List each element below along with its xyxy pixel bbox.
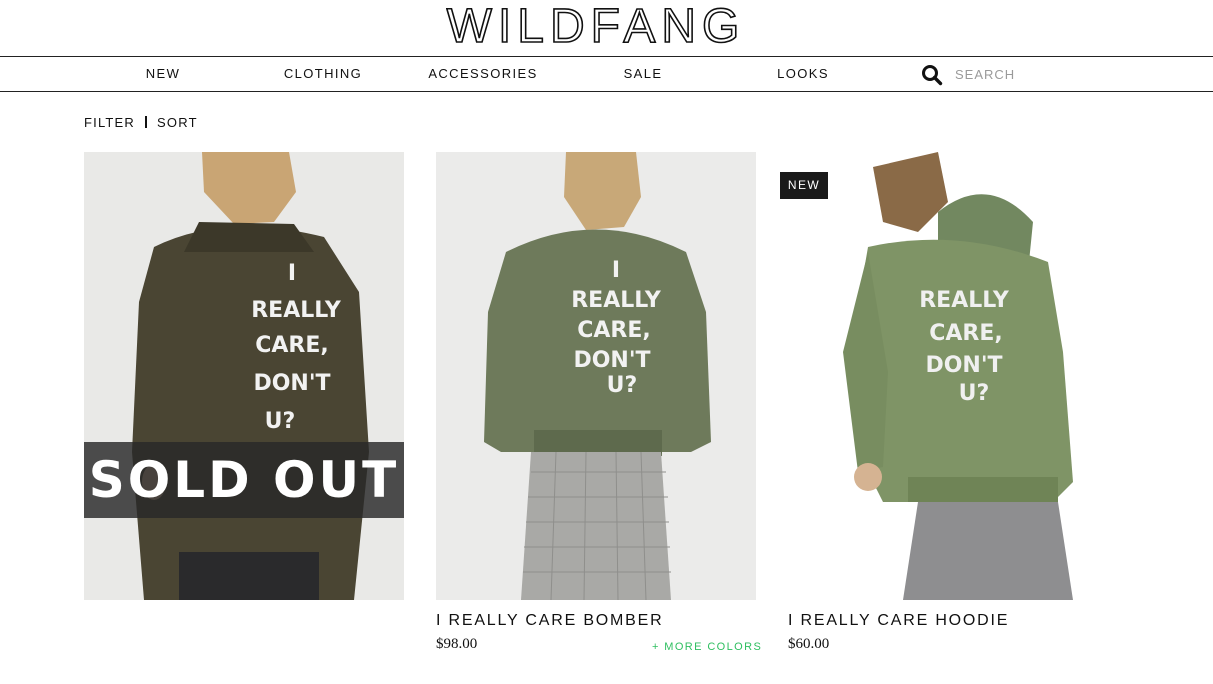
svg-text:I: I	[612, 258, 620, 283]
product-image[interactable]: I REALLY CARE, DON'T U?	[436, 152, 756, 600]
svg-text:U?: U?	[265, 409, 296, 434]
nav-item-clothing[interactable]: CLOTHING	[273, 57, 373, 91]
divider	[145, 116, 148, 128]
svg-text:U?: U?	[607, 373, 638, 398]
svg-text:U?: U?	[959, 381, 990, 406]
logo-text: WILDFANG	[447, 2, 746, 46]
product-card[interactable]: REALLY CARE, DON'T U?	[788, 152, 1108, 600]
product-image[interactable]: I REALLY CARE, DON'T U? SOLD OUT	[84, 152, 404, 600]
nav-item-sale[interactable]: SALE	[603, 57, 683, 91]
svg-text:REALLY: REALLY	[251, 298, 342, 323]
filter-link[interactable]: FILTER	[84, 115, 135, 130]
nav-item-new[interactable]: NEW	[123, 57, 203, 91]
sold-out-overlay: SOLD OUT	[84, 442, 404, 518]
product-name[interactable]: I REALLY CARE BOMBER	[436, 612, 663, 630]
svg-text:CARE,: CARE,	[929, 321, 1003, 346]
sort-link[interactable]: SORT	[157, 115, 198, 130]
svg-text:DON'T: DON'T	[573, 348, 650, 373]
svg-text:CARE,: CARE,	[255, 333, 329, 358]
product-image[interactable]: REALLY CARE, DON'T U?	[788, 152, 1108, 600]
svg-text:DON'T: DON'T	[253, 371, 330, 396]
main-nav: NEW CLOTHING ACCESSORIES SALE LOOKS	[0, 56, 1213, 92]
new-badge: NEW	[780, 172, 828, 199]
product-price: $98.00	[436, 636, 478, 652]
svg-text:CARE,: CARE,	[577, 318, 651, 343]
svg-text:I: I	[288, 261, 296, 286]
product-card[interactable]: I REALLY CARE, DON'T U?	[436, 152, 756, 600]
nav-item-looks[interactable]: LOOKS	[763, 57, 843, 91]
svg-text:REALLY: REALLY	[571, 288, 662, 313]
more-colors-link[interactable]: + MORE COLORS	[652, 641, 762, 653]
nav-item-accessories[interactable]: ACCESSORIES	[423, 57, 543, 91]
filter-sort-bar: FILTER SORT	[84, 114, 198, 130]
product-card[interactable]: I REALLY CARE, DON'T U? SOLD OUT	[84, 152, 404, 600]
search-input[interactable]	[955, 62, 1205, 86]
svg-text:REALLY: REALLY	[919, 288, 1010, 313]
product-name[interactable]: I REALLY CARE HOODIE	[788, 612, 1009, 630]
search-icon[interactable]	[921, 64, 943, 86]
product-price: $60.00	[788, 636, 830, 652]
svg-text:DON'T: DON'T	[925, 353, 1002, 378]
brand-logo[interactable]: WILDFANG	[446, 2, 746, 46]
